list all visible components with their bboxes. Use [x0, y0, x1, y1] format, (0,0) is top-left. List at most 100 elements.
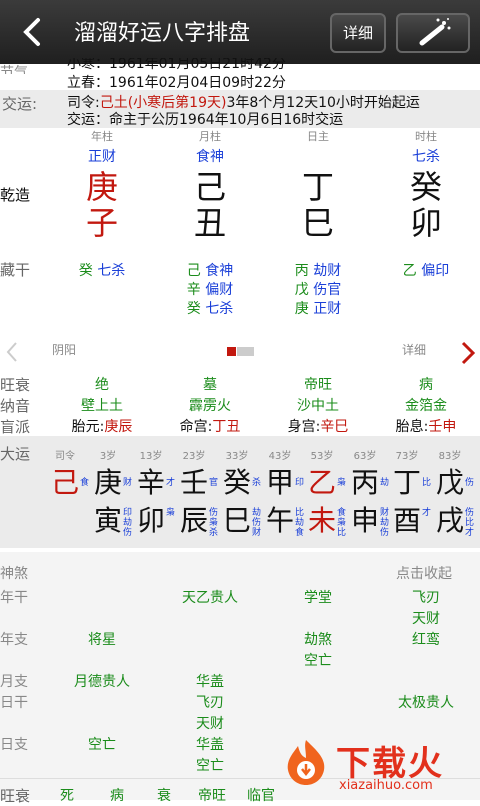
wangshuai-value: 帝旺: [304, 377, 332, 393]
flame-logo-icon: [287, 740, 325, 785]
wangshuai-label: 旺衰: [0, 376, 31, 394]
dayun-gan-shen: 杀: [252, 478, 262, 488]
page-title: 溜溜好运八字排盘: [74, 21, 251, 46]
canggan-item: 癸 七杀: [52, 260, 152, 280]
dayun-zhi: 未: [307, 504, 336, 537]
pillar-gan-shen: 正财: [88, 149, 116, 165]
nayin-value: 壁上土: [81, 398, 123, 414]
dayun-zhi-shen: 伤: [465, 508, 475, 518]
canggan-gan: 癸: [186, 301, 201, 317]
bottom-wangshuai-value: 临官: [247, 788, 275, 804]
dayun-gan-shen: 财: [123, 478, 133, 488]
prev-page-button[interactable]: [4, 340, 20, 364]
dayun-age: 司令: [55, 451, 75, 462]
dayun-zhi-shen: 印: [123, 508, 133, 518]
detail-tab[interactable]: 详细: [402, 341, 426, 358]
dayun-zhi-shen: 伤: [123, 528, 133, 538]
dayun-gan: 乙: [307, 466, 336, 499]
shensha-row-label: 日干: [0, 695, 28, 711]
canggan-gan: 丙: [294, 263, 309, 279]
yinyang-tab[interactable]: 阴阳: [52, 341, 76, 358]
dayun-age: 13岁: [139, 451, 163, 462]
shensha-item: 红鸾: [412, 632, 440, 648]
pillar-zhi: 巳: [301, 204, 334, 242]
shensha-item: 天乙贵人: [182, 590, 238, 606]
dayun-zhi-shen: 比: [465, 518, 475, 528]
dayun-gan: 辛: [136, 466, 165, 499]
xiaohan-line: 小寒：1961年01月05日21时42分: [67, 58, 286, 72]
dayun-zhi-shen: 杀: [209, 528, 219, 538]
dayun-zhi-shen: 伤: [209, 508, 219, 518]
pillar-zhi: 卯: [409, 204, 442, 242]
pillar-zhi: 丑: [193, 204, 226, 242]
dayun-zhi: 午: [265, 504, 294, 537]
dayun-zhi-shen: 劫: [123, 518, 133, 528]
dayun-gan: 戊: [435, 466, 464, 499]
mangpai-item: 胎息:壬申: [371, 416, 480, 436]
dayun-gan-shen: 才: [166, 478, 176, 488]
pillar-zhi: 子: [85, 204, 118, 242]
dayun-gan: 己: [50, 466, 79, 499]
dayun-gan: 庚: [93, 466, 122, 499]
canggan-item: 癸 七杀: [160, 298, 260, 318]
canggan-shen: 偏印: [416, 263, 450, 279]
dayun-zhi: 酉: [392, 504, 421, 537]
pillar-header: 月柱: [199, 130, 221, 143]
dayun-age: 23岁: [182, 451, 206, 462]
mangpai-value: 庚辰: [104, 419, 133, 435]
shensha-item: 飞刃: [412, 590, 440, 606]
pillar-gan: 己: [193, 168, 226, 206]
shensha-item: 华盖: [196, 737, 224, 753]
dayun-zhi-shen: 枭: [209, 518, 219, 528]
canggan-gan: 己: [186, 263, 201, 279]
dayun-gan: 甲: [265, 466, 294, 499]
canggan-item: 乙 偏印: [376, 260, 476, 280]
canggan-item: 戊 伤官: [268, 279, 368, 299]
chevron-right-icon: [461, 341, 476, 365]
next-page-button[interactable]: [458, 340, 478, 366]
shensha-row-label: 月支: [0, 674, 28, 690]
pillar-gan-shen: 食神: [196, 149, 224, 165]
pillar-gan-shen: 七杀: [412, 149, 440, 165]
back-button[interactable]: [18, 14, 48, 50]
shensha-toggle-button[interactable]: 点击收起: [396, 563, 452, 583]
mangpai-value: 辛巳: [320, 419, 349, 435]
mangpai-key: 胎息:: [395, 419, 429, 435]
dayun-zhi: 申: [350, 504, 379, 537]
dayun-zhi: 卯: [136, 504, 165, 537]
dayun-gan-shen: 食: [80, 478, 90, 488]
detail-button[interactable]: 详细: [330, 13, 386, 53]
lichun-line: 立春：1961年02月04日09时22分: [67, 75, 286, 91]
bottom-wangshuai-value: 死: [60, 788, 74, 804]
dayun-zhi-shen: 财: [252, 528, 262, 538]
canggan-shen: 食神: [200, 263, 234, 279]
nayin-value: 霹雳火: [189, 398, 231, 414]
canggan-gan: 戊: [294, 282, 309, 298]
back-arrow-icon: [23, 18, 40, 46]
dayun-age: 3岁: [99, 451, 117, 462]
canggan-shen: 劫财: [308, 263, 342, 279]
magic-wand-button[interactable]: [396, 13, 470, 53]
dayun-zhi: 巳: [222, 504, 251, 537]
dayun-age: 33岁: [225, 451, 249, 462]
dayun-age: 53岁: [310, 451, 334, 462]
mangpai-label: 盲派: [0, 418, 31, 436]
dayun-zhi-shen: 食: [337, 508, 347, 518]
canggan-item: 辛 偏财: [160, 279, 260, 299]
canggan-shen: 七杀: [92, 263, 126, 279]
canggan-gan: 辛: [186, 282, 201, 298]
dayun-age: 63岁: [353, 451, 377, 462]
pillar-header: 日主: [307, 130, 329, 143]
shensha-item: 飞刃: [196, 695, 224, 711]
shensha-item: 将星: [88, 632, 116, 648]
dayun-label: 大运: [0, 445, 31, 463]
pillar-gan: 丁: [301, 168, 334, 206]
canggan-item: 己 食神: [160, 260, 260, 280]
canggan-label: 藏干: [0, 261, 31, 279]
mangpai-value: 壬申: [428, 419, 457, 435]
bottom-wangshuai-label: 旺衰: [0, 787, 31, 805]
shensha-item: 华盖: [196, 674, 224, 690]
canggan-gan: 乙: [402, 263, 417, 279]
xiazaihuo-logo: [282, 738, 330, 786]
dayun-zhi: 辰: [179, 504, 208, 537]
